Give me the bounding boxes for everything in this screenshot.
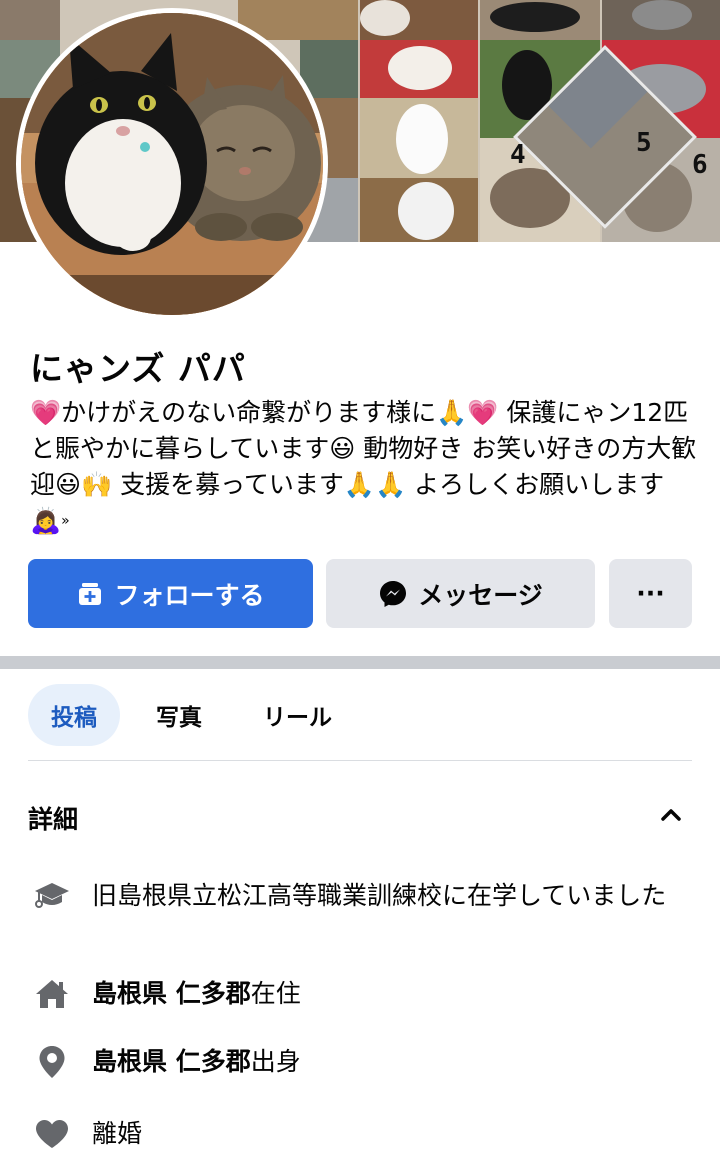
detail-hometown-suffix: 出身 (250, 1047, 301, 1076)
detail-relationship-text: 離婚 (92, 1119, 143, 1148)
chevron-up-icon[interactable] (656, 800, 686, 830)
cover-tile (360, 40, 478, 98)
tab-photos[interactable]: 写真 (140, 684, 218, 746)
detail-residence-place: 島根県 仁多郡 (92, 979, 251, 1008)
profile-bio: 💗かけがえのない命繋がります様に🙏💗 保護にゃン12匹と賑やかに暮らしています😃… (30, 395, 698, 539)
more-options-button[interactable]: ··· (609, 559, 692, 628)
more-icon: ··· (636, 579, 665, 608)
detail-hometown-text: 島根県 仁多郡出身 (92, 1044, 301, 1080)
home-icon (28, 976, 76, 1012)
detail-education-text: 旧島根県立松江高等職業訓練校に在学していました (92, 881, 667, 910)
heart-icon (28, 1116, 76, 1152)
cover-handwriting: 5 (636, 128, 652, 158)
cover-tile (360, 0, 478, 40)
graduation-cap-icon (28, 878, 76, 914)
cover-handwriting: 4 (510, 140, 526, 170)
detail-education: 旧島根県立松江高等職業訓練校に在学していました (28, 878, 692, 914)
message-label: メッセージ (418, 580, 543, 610)
messenger-icon (378, 579, 408, 609)
message-button[interactable]: メッセージ (326, 559, 595, 628)
tab-reels[interactable]: リール (245, 684, 350, 746)
details-heading: 詳細 (28, 805, 79, 834)
cover-tile (0, 0, 60, 40)
bio-text: 💗かけがえのない命繋がります様に🙏💗 保護にゃン12匹と賑やかに暮らしています😃… (30, 398, 697, 535)
cover-tile (360, 178, 478, 242)
bio-see-more[interactable]: » (61, 513, 70, 529)
detail-residence-text: 島根県 仁多郡在住 (92, 976, 301, 1012)
detail-hometown: 島根県 仁多郡出身 (28, 1044, 692, 1080)
cover-tile (480, 0, 600, 40)
detail-hometown-place: 島根県 仁多郡 (92, 1047, 251, 1076)
detail-residence: 島根県 仁多郡在住 (28, 976, 692, 1012)
detail-residence-suffix: 在住 (250, 979, 301, 1008)
detail-relationship: 離婚 (28, 1116, 692, 1152)
follow-button[interactable]: フォローする (28, 559, 313, 628)
tabs-divider (28, 760, 692, 761)
avatar-photo (21, 13, 323, 315)
profile-avatar[interactable] (16, 8, 328, 320)
cats-photo-illustration (21, 13, 323, 315)
follow-label: フォローする (114, 580, 265, 610)
section-divider (0, 656, 720, 669)
cover-tile (602, 0, 720, 40)
cover-handwriting: 6 (692, 150, 708, 180)
profile-name: にゃンズ パパ (30, 349, 246, 388)
tab-posts[interactable]: 投稿 (28, 684, 120, 746)
cover-tile (360, 98, 478, 178)
location-pin-icon (28, 1044, 76, 1080)
follow-icon (76, 580, 104, 608)
